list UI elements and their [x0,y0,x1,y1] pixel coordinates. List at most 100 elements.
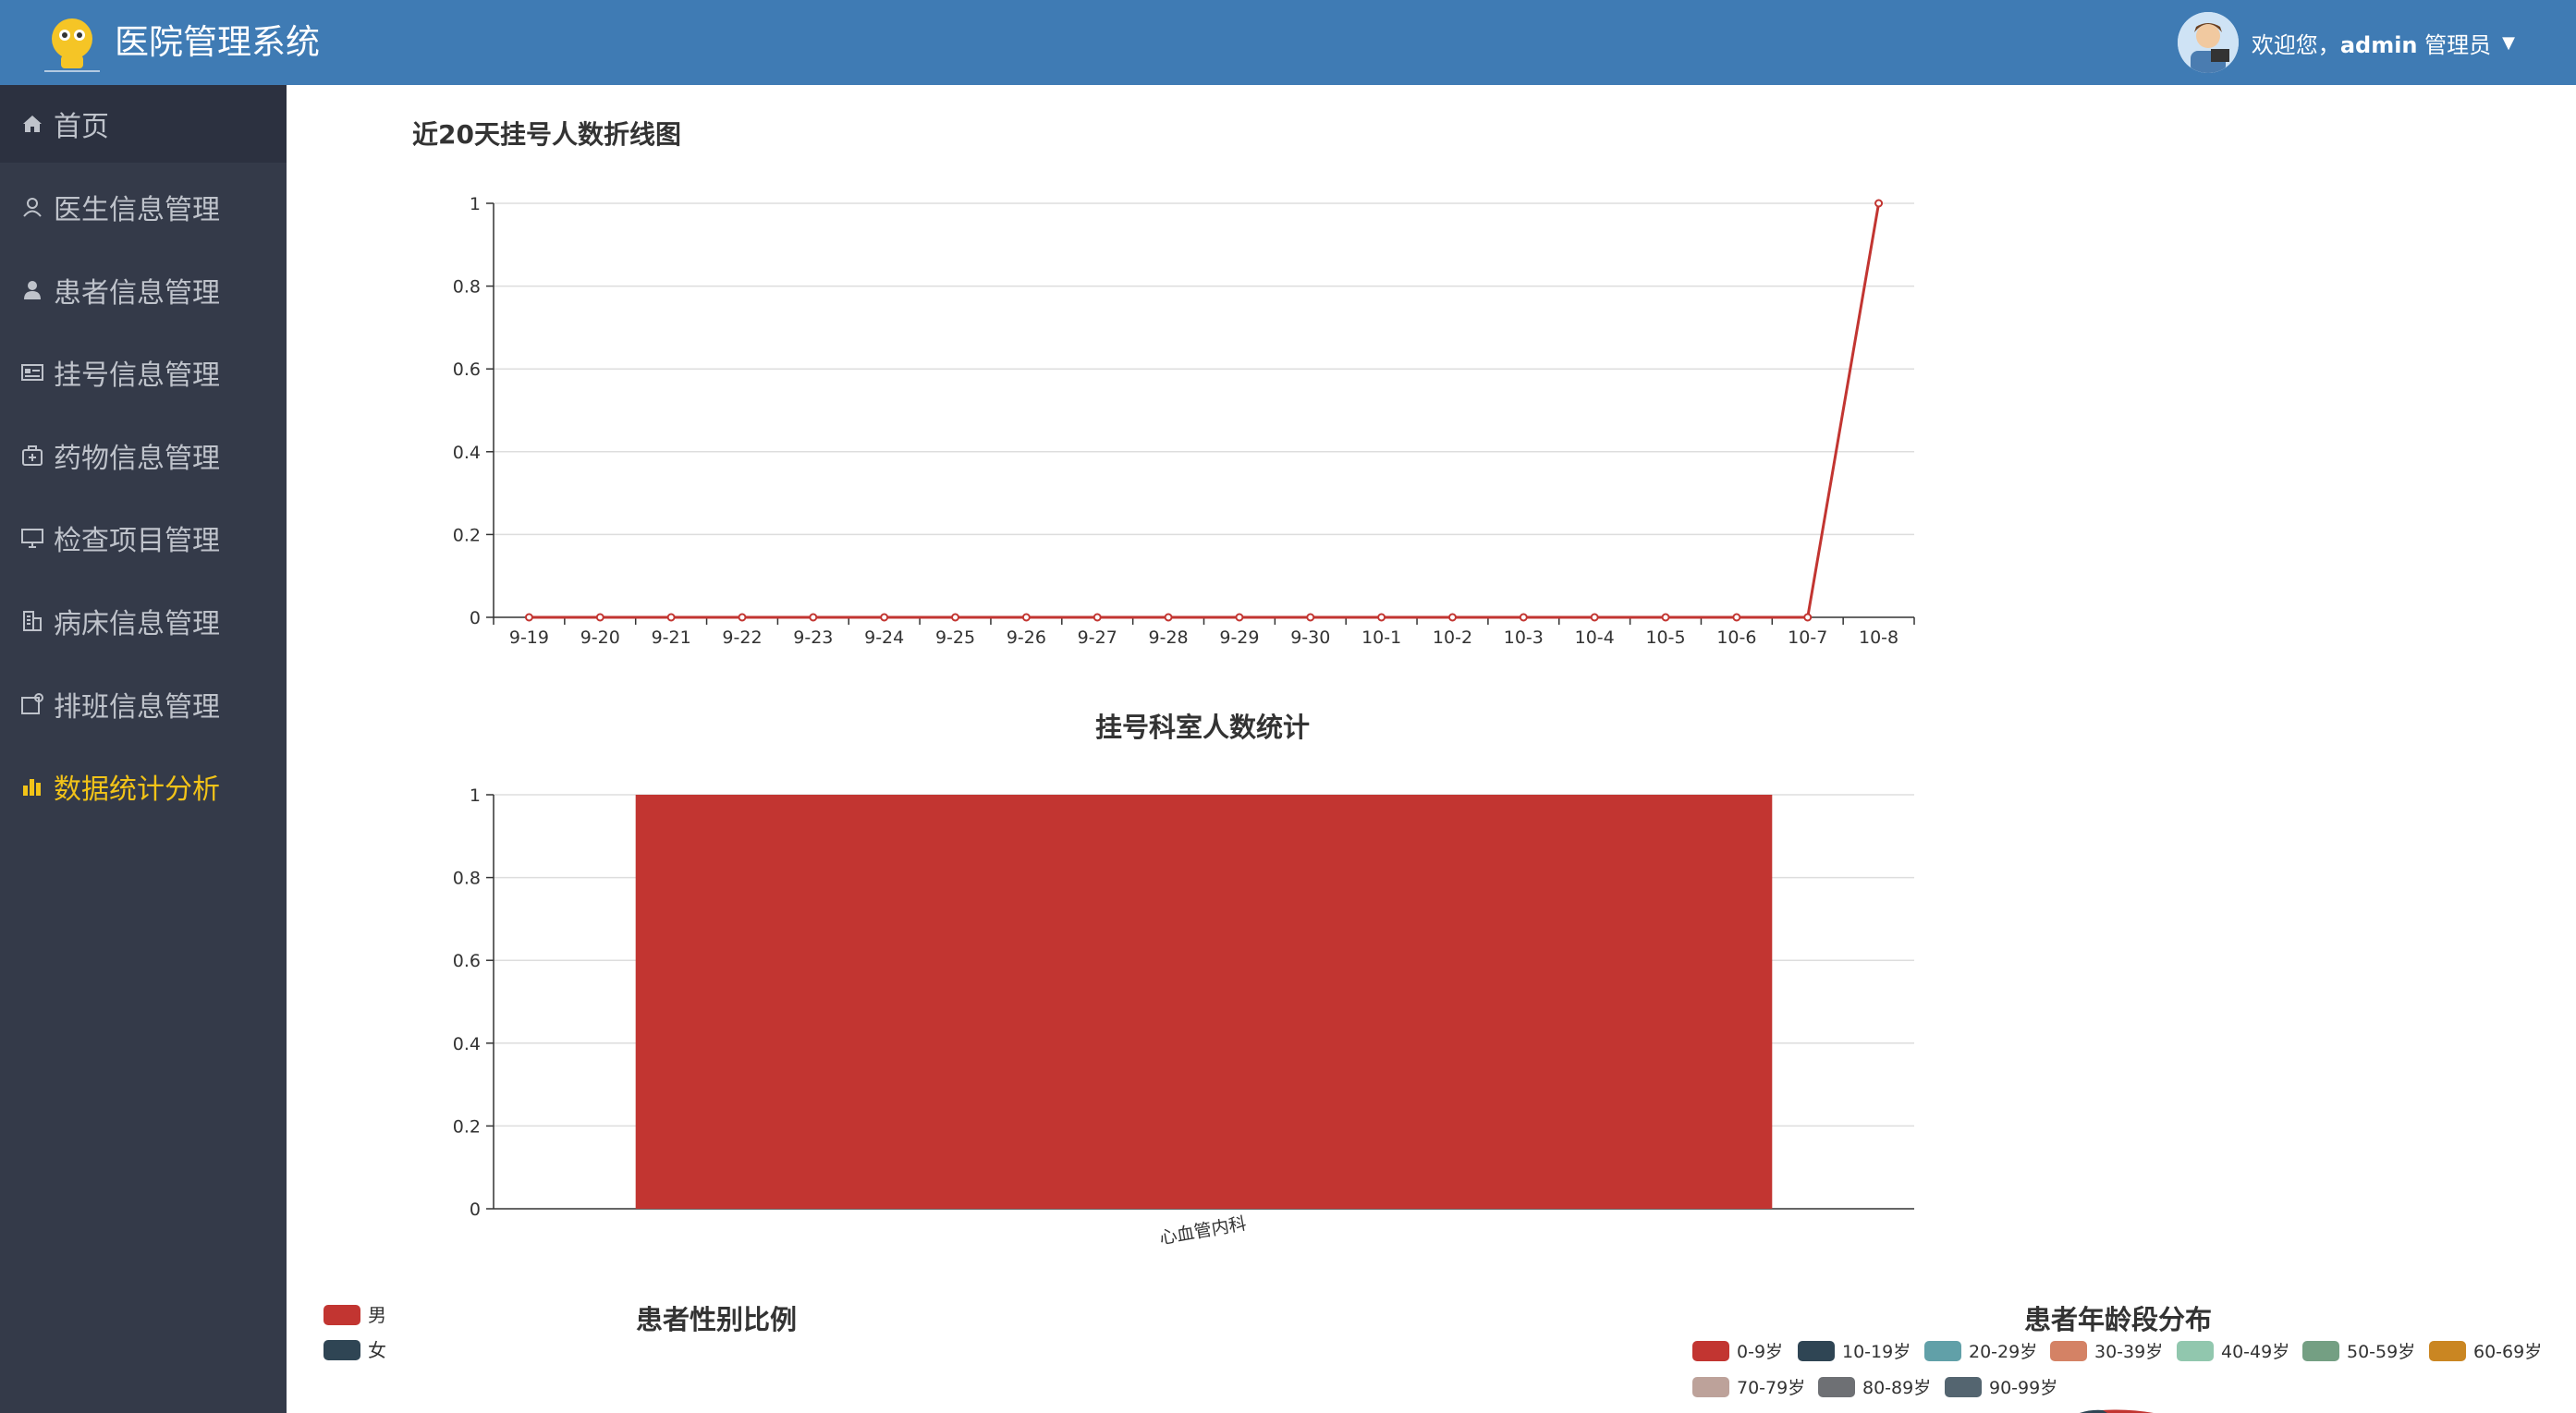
x-tick-label: 9-24 [864,627,904,648]
sidebar-item-bed[interactable]: 病床信息管理 [0,582,287,660]
bar [635,795,1773,1209]
bar-chart-icon [23,779,41,796]
gender-legend: 男女 [324,1304,386,1361]
data-point [1519,613,1528,622]
user-menu[interactable]: 欢迎您，admin 管理员 ▼ [2177,9,2515,76]
monitor-icon [21,529,43,548]
sidebar-item-examination[interactable]: 检查项目管理 [0,499,287,577]
username: admin [2339,31,2418,58]
legend-label: 70-79岁 [1737,1378,1805,1398]
user-role: 管理员 [2424,31,2492,58]
legend-swatch [1798,1341,1835,1361]
x-tick-label: 心血管内科 [1158,1213,1248,1249]
x-tick-label: 10-5 [1645,627,1685,648]
legend-label: 10-19岁 [1842,1342,1911,1362]
legend-label: 60-69岁 [2473,1342,2542,1362]
top-header: 医院管理系统 欢迎您，admin 管理员 ▼ [0,0,2576,85]
legend-label: 女 [368,1339,386,1361]
logo-icon [44,18,100,72]
welcome-text: 欢迎您，admin 管理员 [2252,27,2491,59]
line-chart-title: 近20天挂号人数折线图 [412,119,681,150]
x-tick-label: 10-6 [1716,627,1756,648]
y-tick-label: 0.2 [453,525,481,545]
x-tick-label: 10-3 [1504,627,1544,648]
data-point [738,613,747,622]
x-tick-label: 9-27 [1078,627,1117,648]
user-outline-icon [23,198,42,217]
data-point [1306,613,1315,622]
x-tick-label: 9-21 [652,627,691,648]
sidebar-item-patient[interactable]: 患者信息管理 [0,251,287,329]
data-point [880,613,889,622]
app-title: 医院管理系统 [115,22,320,62]
sidebar-item-label: 病床信息管理 [54,608,220,640]
x-tick-label: 9-22 [722,627,762,648]
sidebar-item-label: 挂号信息管理 [54,359,220,392]
x-tick-label: 9-26 [1007,627,1046,648]
legend-swatch [324,1340,360,1360]
gender-pie-title: 患者性别比例 [636,1304,798,1335]
y-tick-label: 1 [470,786,481,806]
data-point [951,613,960,622]
legend-label: 30-39岁 [2094,1342,2163,1362]
sidebar-item-medicine[interactable]: 药物信息管理 [0,417,287,494]
data-point [1164,613,1173,622]
sidebar: 首页 医生信息管理 患者信息管理 挂号信息管理 药物信息管理 检查项目管理 病床… [0,85,287,1413]
y-tick-label: 0.8 [453,277,481,298]
x-tick-label: 9-20 [580,627,620,648]
age-pie-partial [2080,1409,2154,1413]
x-tick-label: 10-1 [1361,627,1401,648]
welcome-label: 欢迎您， [2251,31,2340,58]
line-chart: 0 0.2 0.4 0.6 0.8 1 9-19 9-20 9-21 9-22 9-23 9-24 9-… [453,194,1915,648]
data-point [595,613,604,622]
data-point [1590,613,1599,622]
x-tick-label: 10-4 [1575,627,1615,648]
dropdown-caret-icon[interactable]: ▼ [2502,33,2515,53]
sidebar-item-label: 药物信息管理 [54,443,220,475]
y-tick-label: 0.2 [453,1116,481,1137]
data-point [1447,613,1457,622]
y-tick-label: 0.8 [453,869,481,889]
sidebar-item-doctor[interactable]: 医生信息管理 [0,168,287,246]
legend-swatch [1692,1341,1729,1361]
x-tick-label: 9-23 [793,627,833,648]
x-tick-label: 9-28 [1149,627,1189,648]
y-tick-label: 0 [470,608,481,628]
legend-swatch [1945,1377,1982,1397]
sidebar-item-statistics[interactable]: 数据统计分析 [0,748,287,825]
legend-label: 0-9岁 [1737,1342,1783,1362]
sidebar-item-label: 首页 [54,111,109,143]
y-tick-label: 0.6 [453,359,481,380]
x-tick-label: 9-19 [509,627,549,648]
building-icon [23,611,42,631]
x-tick-label: 10-2 [1433,627,1472,648]
legend-label: 20-29岁 [1969,1342,2037,1362]
legend-swatch [1924,1341,1961,1361]
home-icon [23,116,42,132]
bar-chart-title: 挂号科室人数统计 [1094,712,1310,743]
data-point [666,613,676,622]
avatar-image-icon [2177,12,2239,73]
pie-slice [2080,1409,2154,1413]
data-point [524,613,533,622]
data-point [1377,613,1386,622]
avatar[interactable] [2177,12,2239,73]
legend-swatch [2302,1341,2339,1361]
sidebar-item-registration[interactable]: 挂号信息管理 [0,334,287,411]
legend-swatch [2050,1341,2087,1361]
data-point [1661,613,1670,622]
x-tick-label: 9-30 [1290,627,1330,648]
x-tick-label: 10-8 [1859,627,1898,648]
sidebar-item-label: 检查项目管理 [54,525,220,557]
legend-label: 40-49岁 [2221,1342,2289,1362]
series-line [529,202,1881,619]
age-legend: 0-9岁 10-19岁 20-29岁 30-39岁 40-49岁 50-59岁 60-69岁… [1692,1341,2542,1398]
y-tick-label: 0.4 [453,1034,481,1054]
y-tick-label: 1 [470,194,481,214]
legend-swatch [324,1305,360,1325]
sidebar-item-home[interactable]: 首页 [0,85,287,163]
x-tick-label: 10-7 [1788,627,1827,648]
legend-label: 90-99岁 [1989,1378,2057,1398]
id-card-icon [21,364,43,381]
medicine-box-icon [22,445,43,466]
